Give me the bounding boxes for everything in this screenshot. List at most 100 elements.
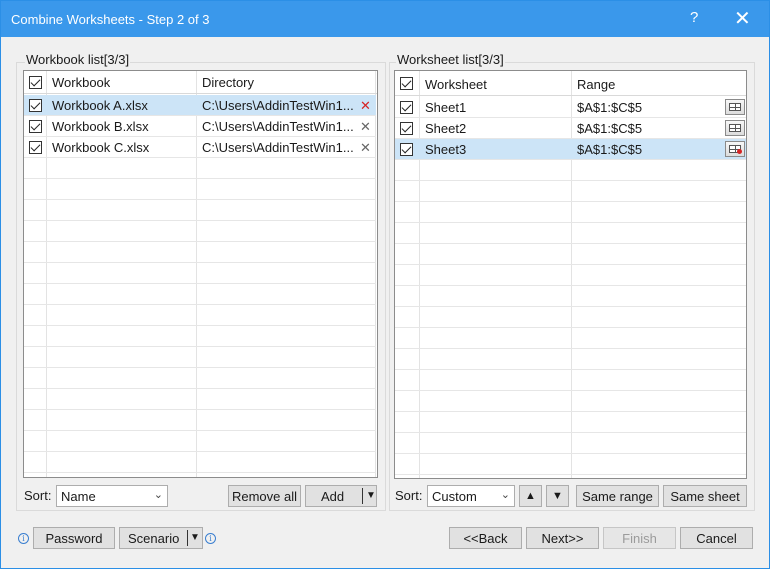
worksheet-range: $A$1:$C$5: [577, 121, 643, 136]
empty-row: [24, 326, 376, 347]
finish-button[interactable]: Finish: [603, 527, 676, 549]
workbook-table-header: Workbook Directory: [24, 71, 377, 94]
row-checkbox[interactable]: [400, 122, 413, 135]
row-checkbox[interactable]: [29, 141, 42, 154]
worksheet-range: $A$1:$C$5: [577, 142, 643, 157]
title-bar: Combine Worksheets - Step 2 of 3 ? ✕: [1, 1, 769, 37]
row-checkbox[interactable]: [400, 143, 413, 156]
worksheet-sort-value: Custom: [432, 489, 477, 504]
worksheet-name: Sheet3: [425, 142, 467, 157]
empty-row: [24, 179, 376, 200]
empty-row: [395, 223, 746, 244]
table-row[interactable]: Workbook A.xlsx C:\Users\AddinTestWin1..…: [24, 95, 376, 116]
empty-row: [395, 286, 746, 307]
empty-row: [24, 158, 376, 179]
workbook-column-header[interactable]: Workbook: [52, 75, 110, 90]
next-button[interactable]: Next>>: [526, 527, 599, 549]
dialog-title: Combine Worksheets - Step 2 of 3: [11, 12, 210, 27]
dropdown-arrow-icon[interactable]: ▼: [190, 532, 200, 543]
password-button[interactable]: Password: [33, 527, 115, 549]
empty-row: [24, 284, 376, 305]
empty-row: [395, 391, 746, 412]
row-checkbox[interactable]: [400, 101, 413, 114]
directory-column-header[interactable]: Directory: [202, 75, 254, 90]
empty-row: [395, 202, 746, 223]
same-range-button[interactable]: Same range: [576, 485, 659, 507]
cancel-button[interactable]: Cancel: [680, 527, 753, 549]
worksheet-list-label: Worksheet list[3/3]: [396, 52, 505, 67]
empty-row: [24, 242, 376, 263]
chevron-down-icon: ⌄: [500, 489, 510, 501]
empty-row: [24, 221, 376, 242]
empty-row: [395, 454, 746, 475]
workbook-directory: C:\Users\AddinTestWin1...: [202, 140, 354, 155]
workbook-sort-value: Name: [61, 489, 96, 504]
help-icon[interactable]: ?: [690, 9, 698, 26]
empty-row: [395, 307, 746, 328]
empty-row: [24, 200, 376, 221]
empty-row: [24, 389, 376, 410]
empty-row: [395, 433, 746, 454]
back-button[interactable]: <<Back: [449, 527, 522, 549]
remove-icon[interactable]: ✕: [360, 98, 371, 114]
empty-row: [395, 265, 746, 286]
info-icon[interactable]: i: [205, 533, 216, 544]
empty-row: [395, 370, 746, 391]
move-down-button[interactable]: ▼: [546, 485, 569, 507]
remove-icon[interactable]: ✕: [360, 140, 371, 156]
row-checkbox[interactable]: [29, 99, 42, 112]
workbook-directory: C:\Users\AddinTestWin1...: [202, 119, 354, 134]
empty-row: [395, 412, 746, 433]
worksheet-name: Sheet1: [425, 100, 467, 115]
select-range-icon[interactable]: [725, 99, 745, 115]
worksheet-range: $A$1:$C$5: [577, 100, 643, 115]
table-row[interactable]: Sheet3 $A$1:$C$5: [395, 139, 746, 160]
empty-row: [24, 347, 376, 368]
table-row[interactable]: Sheet2 $A$1:$C$5: [395, 118, 746, 139]
workbook-sort-select[interactable]: Name ⌄: [56, 485, 168, 507]
split-divider: [362, 488, 363, 504]
select-range-icon[interactable]: [725, 120, 745, 136]
table-row[interactable]: Sheet1 $A$1:$C$5: [395, 97, 746, 118]
empty-row: [395, 160, 746, 181]
remove-all-button[interactable]: Remove all: [228, 485, 301, 507]
workbook-list-label: Workbook list[3/3]: [25, 52, 131, 67]
empty-row: [24, 368, 376, 389]
same-sheet-button[interactable]: Same sheet: [663, 485, 747, 507]
empty-row: [395, 244, 746, 265]
add-button[interactable]: Add ▼: [305, 485, 377, 507]
workbook-directory: C:\Users\AddinTestWin1...: [202, 98, 354, 113]
workbook-name: Workbook B.xlsx: [52, 119, 149, 134]
info-icon[interactable]: i: [18, 533, 29, 544]
table-row[interactable]: Workbook B.xlsx C:\Users\AddinTestWin1..…: [24, 116, 376, 137]
dropdown-arrow-icon[interactable]: ▼: [366, 490, 376, 501]
chevron-down-icon: ⌄: [153, 489, 163, 501]
select-all-workbooks-checkbox[interactable]: [29, 76, 42, 89]
workbook-sort-label: Sort:: [24, 488, 52, 503]
select-all-worksheets-checkbox[interactable]: [400, 77, 413, 90]
workbook-table[interactable]: Workbook Directory Workbook A.xlsx C:\Us…: [23, 70, 378, 478]
empty-row: [24, 431, 376, 452]
row-checkbox[interactable]: [29, 120, 42, 133]
empty-row: [24, 305, 376, 326]
worksheet-sort-select[interactable]: Custom ⌄: [427, 485, 515, 507]
worksheet-table-header: Worksheet Range: [395, 71, 746, 96]
empty-row: [395, 328, 746, 349]
empty-row: [24, 263, 376, 284]
close-icon[interactable]: ✕: [734, 6, 751, 31]
empty-row: [395, 349, 746, 370]
table-row[interactable]: Workbook C.xlsx C:\Users\AddinTestWin1..…: [24, 137, 376, 158]
worksheet-column-header[interactable]: Worksheet: [425, 77, 487, 92]
scenario-button[interactable]: Scenario ▼: [119, 527, 203, 549]
workbook-name: Workbook C.xlsx: [52, 140, 150, 155]
select-range-icon[interactable]: [725, 141, 745, 157]
scenario-button-label: Scenario: [128, 531, 180, 546]
range-column-header[interactable]: Range: [577, 77, 615, 92]
empty-row: [24, 410, 376, 431]
workbook-name: Workbook A.xlsx: [52, 98, 148, 113]
worksheet-sort-label: Sort:: [395, 488, 423, 503]
remove-icon[interactable]: ✕: [360, 119, 371, 135]
worksheet-table[interactable]: Worksheet Range Sheet1 $A$1:$C$5 Sheet2 …: [394, 70, 747, 479]
combine-worksheets-dialog: Combine Worksheets - Step 2 of 3 ? ✕ Wor…: [0, 0, 770, 569]
move-up-button[interactable]: ▲: [519, 485, 542, 507]
